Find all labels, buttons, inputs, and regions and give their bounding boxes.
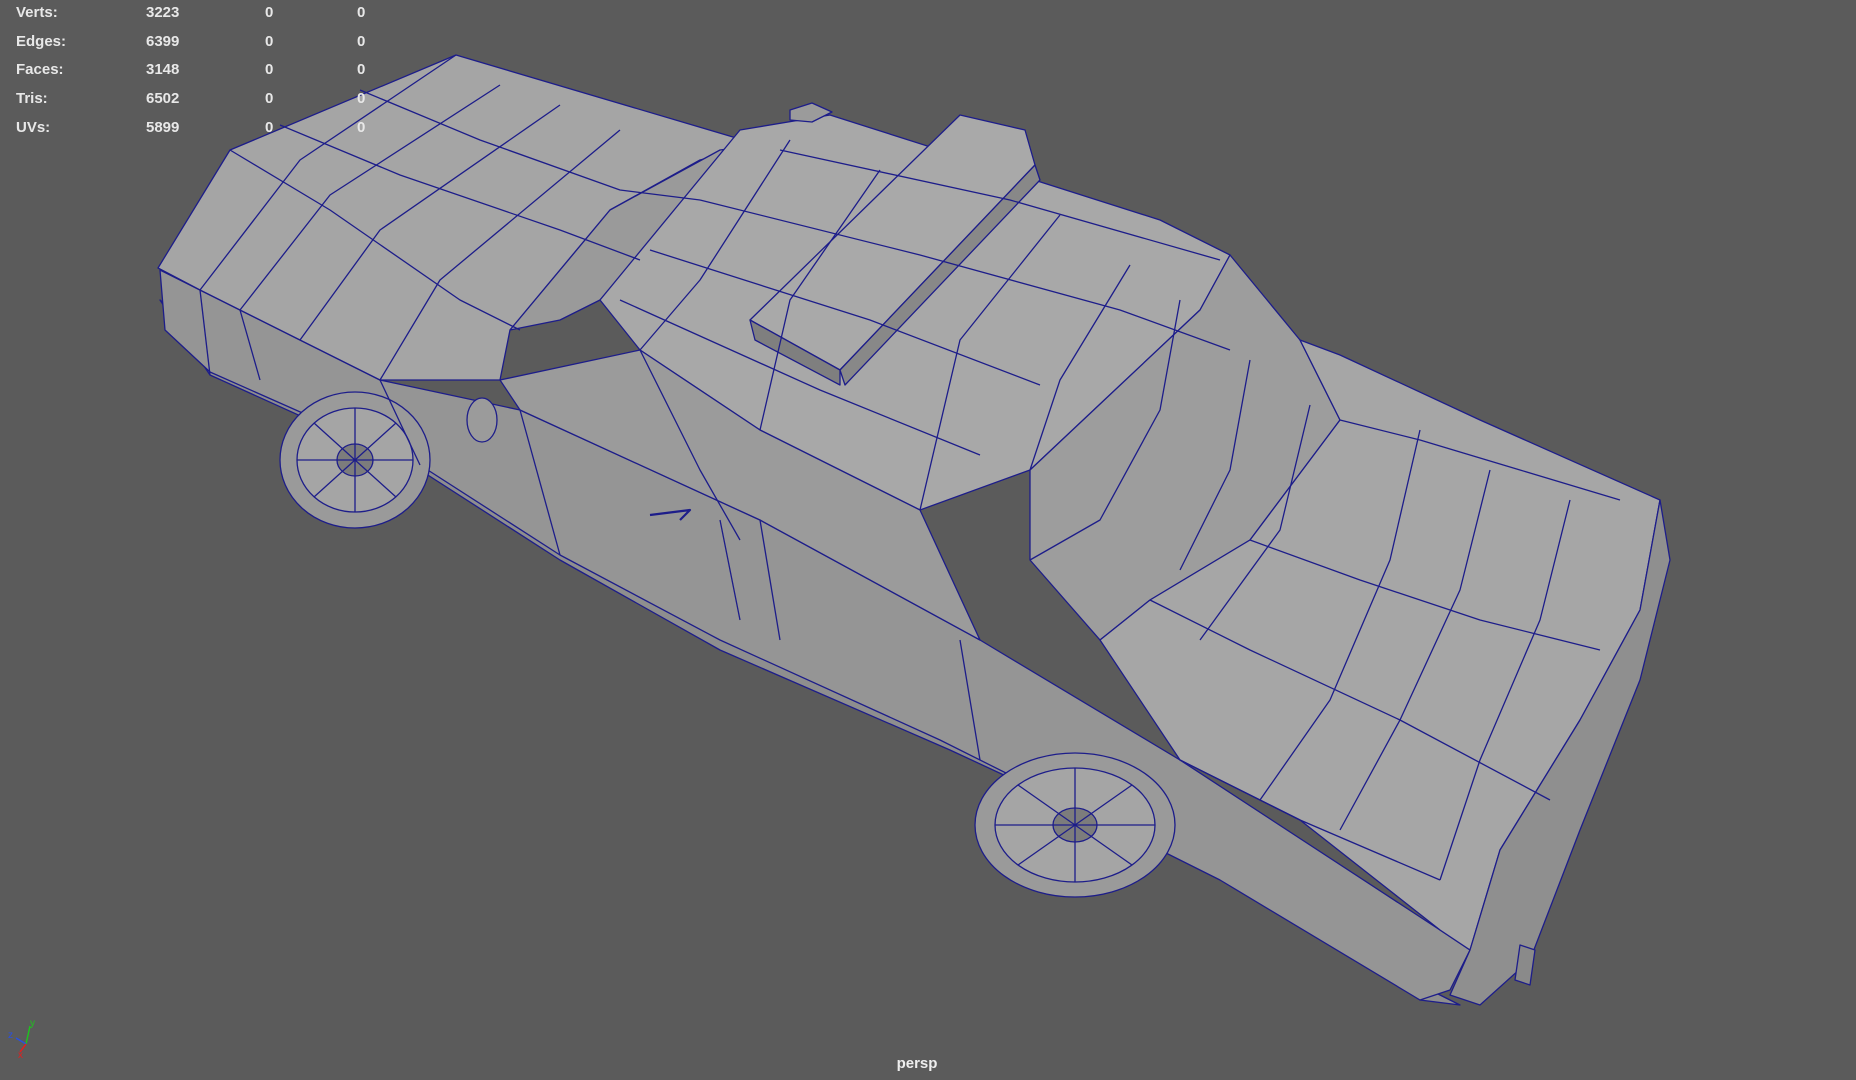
hud-component: 0 bbox=[357, 4, 366, 21]
hud-total: 3148 bbox=[146, 61, 180, 79]
hud-row-faces: Faces: 3148 0 0 bbox=[0, 59, 400, 88]
car-model-wireframe[interactable] bbox=[0, 0, 1856, 1080]
hud-label: UVs: bbox=[16, 118, 51, 136]
hud-label: Tris: bbox=[16, 90, 48, 108]
poly-count-hud: Verts: 3223 0 0 Edges: 6399 0 0 Faces: 3… bbox=[0, 2, 400, 145]
front-wheel bbox=[279, 391, 431, 529]
hud-row-edges: Edges: 6399 0 0 bbox=[0, 31, 400, 60]
hud-component: 0 bbox=[357, 61, 366, 79]
hud-selected: 0 bbox=[265, 118, 274, 136]
hud-label: Verts: bbox=[16, 4, 58, 21]
hud-row-uvs: UVs: 5899 0 0 bbox=[0, 117, 400, 146]
hud-total: 5899 bbox=[146, 118, 180, 136]
axis-gizmo-icon: z y x bbox=[8, 1018, 35, 1058]
hud-selected: 0 bbox=[265, 4, 274, 21]
axis-y-label: y bbox=[30, 1018, 35, 1029]
hud-selected: 0 bbox=[265, 61, 274, 79]
hud-selected: 0 bbox=[265, 90, 274, 108]
axis-z-label: z bbox=[8, 1030, 13, 1041]
rear-wheel bbox=[974, 752, 1176, 898]
side-mirror bbox=[466, 397, 498, 443]
camera-name-label: persp bbox=[896, 1055, 938, 1072]
hud-selected: 0 bbox=[265, 32, 274, 50]
hud-label: Edges: bbox=[16, 32, 67, 50]
hud-label: Faces: bbox=[16, 61, 64, 79]
hud-row-tris: Tris: 6502 0 0 bbox=[0, 88, 400, 117]
hud-component: 0 bbox=[357, 90, 366, 108]
hud-component: 0 bbox=[357, 118, 366, 136]
hud-row-verts: Verts: 3223 0 0 bbox=[0, 2, 400, 31]
hud-component: 0 bbox=[357, 32, 366, 50]
perspective-viewport[interactable]: Verts: 3223 0 0 Edges: 6399 0 0 Faces: 3… bbox=[0, 0, 1856, 1080]
hud-total: 6399 bbox=[146, 32, 180, 50]
hud-total: 3223 bbox=[146, 4, 180, 21]
hud-total: 6502 bbox=[146, 90, 180, 108]
